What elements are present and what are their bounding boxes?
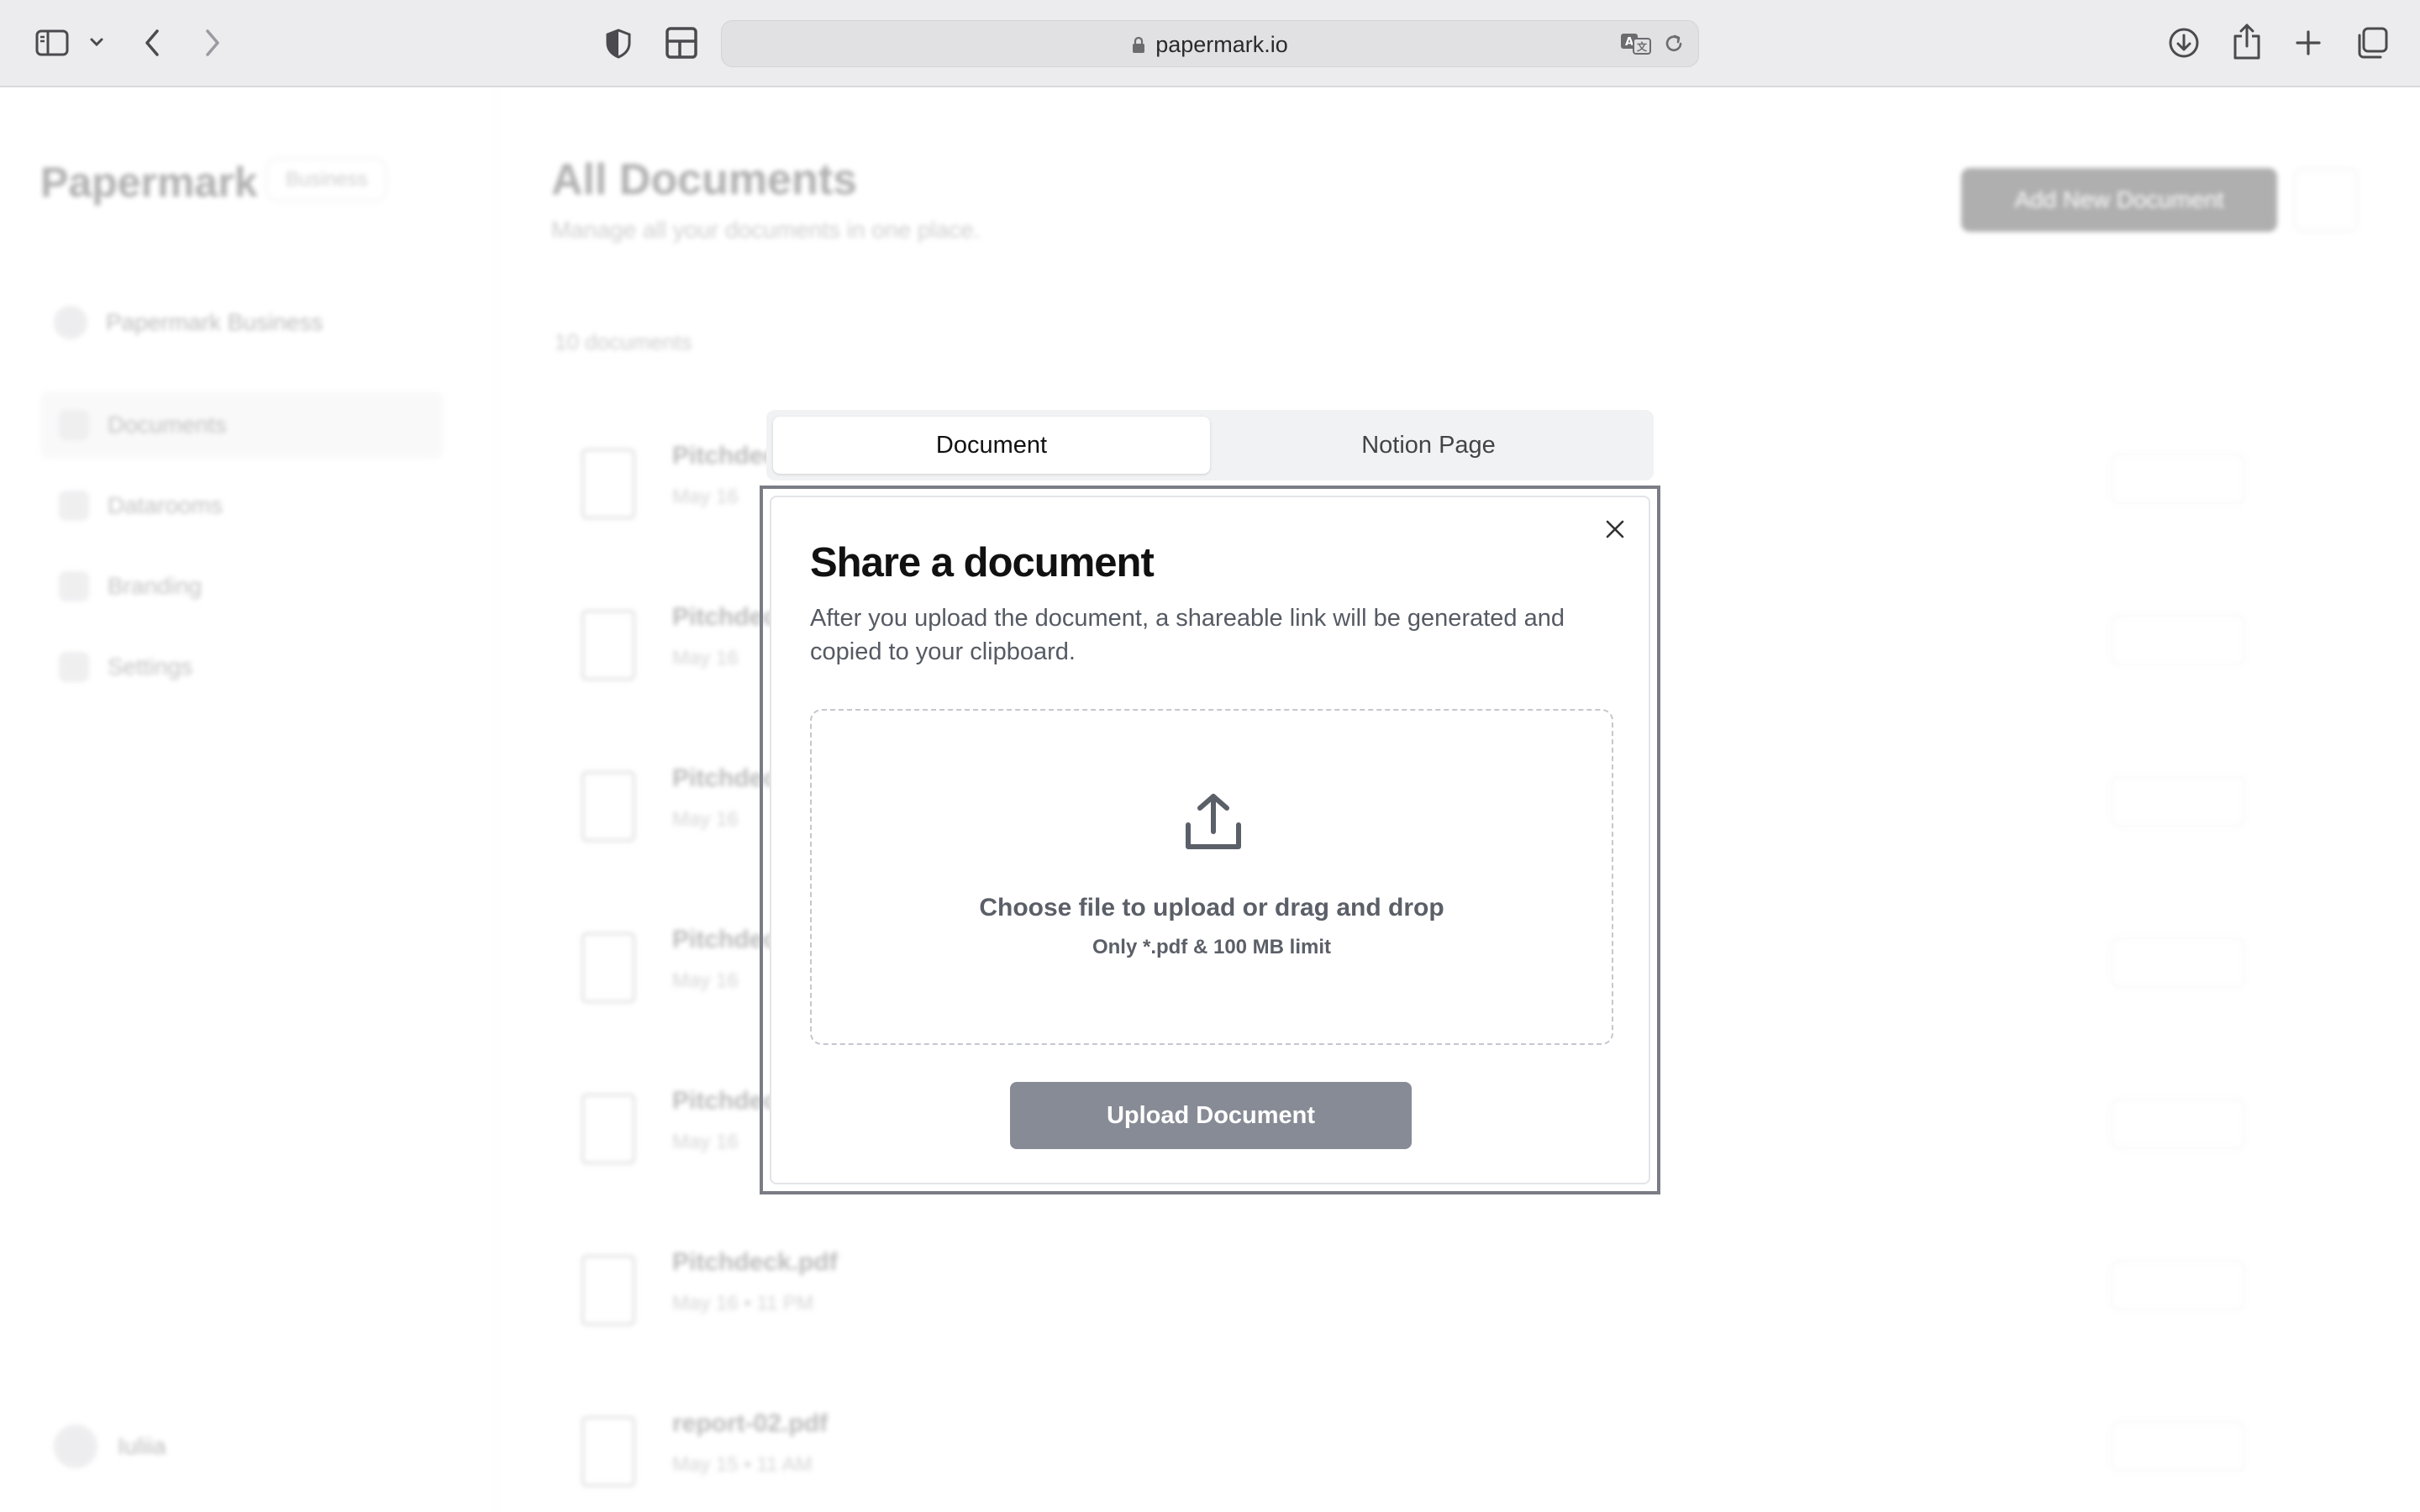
close-icon[interactable]: [1602, 516, 1628, 543]
address-bar[interactable]: papermark.io A文: [721, 20, 1699, 67]
tab-document[interactable]: Document: [773, 417, 1210, 474]
url-text: papermark.io: [1155, 31, 1288, 57]
sidebar-icon[interactable]: [34, 27, 71, 59]
download-icon[interactable]: [2166, 25, 2202, 60]
share-icon[interactable]: [2230, 22, 2264, 60]
lock-icon: [1133, 37, 1145, 53]
share-document-dialog: Share a document After you upload the do…: [770, 496, 1650, 1184]
dropzone-limit: Only *.pdf & 100 MB limit: [1092, 936, 1332, 958]
chevron-down-icon[interactable]: [87, 34, 106, 50]
modal-focus-frame: Share a document After you upload the do…: [760, 486, 1660, 1194]
tab-notion-page[interactable]: Notion Page: [1210, 417, 1647, 474]
chevron-right-icon[interactable]: [200, 25, 225, 60]
dialog-title: Share a document: [810, 540, 1155, 585]
upload-document-button[interactable]: Upload Document: [1010, 1082, 1412, 1149]
chevron-left-icon[interactable]: [139, 25, 165, 60]
reload-icon[interactable]: [1661, 31, 1686, 56]
dropzone-instruction: Choose file to upload or drag and drop: [979, 894, 1444, 921]
document-type-tabs: Document Notion Page: [766, 410, 1654, 480]
file-dropzone[interactable]: Choose file to upload or drag and drop O…: [810, 709, 1613, 1045]
browser-toolbar: papermark.io A文: [0, 0, 2420, 87]
plus-icon[interactable]: [2292, 27, 2324, 59]
svg-text:文: 文: [1637, 40, 1648, 53]
layout-icon[interactable]: [664, 25, 699, 60]
privacy-shield-icon[interactable]: [602, 25, 635, 62]
dialog-description: After you upload the document, a shareab…: [810, 605, 1565, 665]
translate-icon[interactable]: A文: [1619, 31, 1653, 56]
upload-icon: [1181, 791, 1245, 852]
svg-text:A: A: [1625, 36, 1634, 49]
tabs-overview-icon[interactable]: [2354, 25, 2390, 60]
